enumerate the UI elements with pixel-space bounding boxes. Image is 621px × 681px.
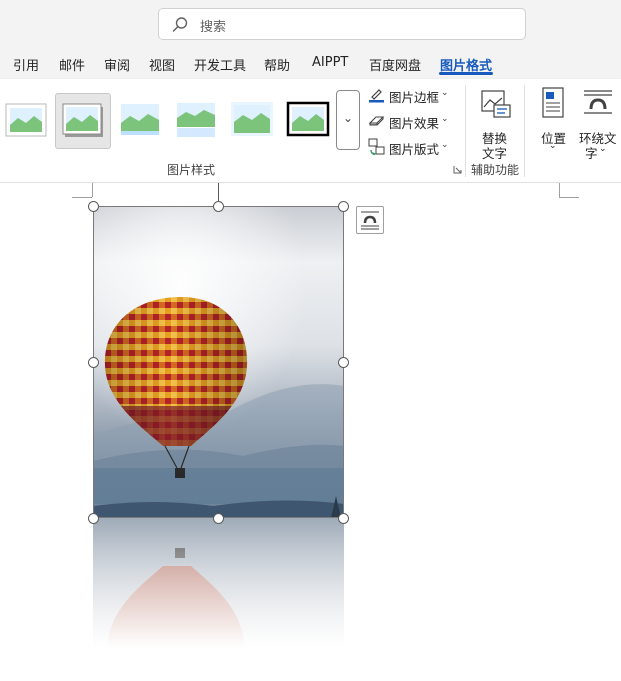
crop-mark <box>559 183 560 197</box>
ribbon-tabs: 引用 邮件 审阅 视图 开发工具 帮助 AIPPT 百度网盘 图片格式 <box>0 46 621 79</box>
search-placeholder: 搜索 <box>200 20 227 35</box>
tab-view[interactable]: 视图 <box>149 55 175 74</box>
chevron-down-icon: ⌄ <box>441 114 449 124</box>
wrap-text-button[interactable]: 环绕文 字 ⌄ <box>576 87 620 161</box>
tab-mailings[interactable]: 邮件 <box>59 55 85 74</box>
crop-mark <box>92 183 93 197</box>
dialog-launcher-icon[interactable] <box>453 165 462 174</box>
layout-options-button[interactable] <box>356 206 384 234</box>
resize-handle-top-right[interactable] <box>338 201 349 212</box>
crop-mark <box>559 197 579 198</box>
group-separator <box>465 85 466 177</box>
pen-border-icon <box>369 89 384 103</box>
resize-handle-bottom-left[interactable] <box>88 513 99 524</box>
group-separator <box>524 85 525 177</box>
gallery-more-button[interactable]: ⌄ <box>336 90 360 150</box>
style-shadow-rectangle-icon[interactable] <box>60 101 106 139</box>
ribbon-panel: ⌄ 图片边框 ⌄ 图片效果 ⌄ 图片版式 ⌄ 图片样式 替换 文字 辅助功能 位… <box>0 79 621 183</box>
chevron-down-icon: ⌄ <box>549 141 557 151</box>
balloon-photo-image <box>93 206 344 518</box>
picture-layout-icon <box>368 138 385 155</box>
chevron-down-icon: ⌄ <box>599 144 607 154</box>
tab-developer[interactable]: 开发工具 <box>194 55 246 74</box>
resize-handle-top-left[interactable] <box>88 201 99 212</box>
group-label-accessibility: 辅助功能 <box>471 163 520 177</box>
resize-handle-middle-left[interactable] <box>88 357 99 368</box>
layout-options-icon <box>361 211 379 230</box>
position-icon <box>542 87 564 118</box>
chevron-down-icon: ⌄ <box>441 140 449 150</box>
crop-mark <box>72 197 92 198</box>
position-button[interactable]: 位置 ⌄ <box>534 87 572 157</box>
tab-aippt[interactable]: AIPPT <box>312 55 348 70</box>
chevron-down-icon: ⌄ <box>343 111 354 125</box>
group-label-picture-styles: 图片样式 <box>167 163 216 177</box>
style-thick-black-frame-icon[interactable] <box>286 101 330 139</box>
style-simple-frame-icon[interactable] <box>4 101 48 139</box>
tab-help[interactable]: 帮助 <box>264 55 290 74</box>
resize-handle-bottom-center[interactable] <box>213 513 224 524</box>
word-window: 搜索 引用 邮件 审阅 视图 开发工具 帮助 AIPPT 百度网盘 图片格式 ⌄… <box>0 0 621 681</box>
title-bar: 搜索 <box>0 0 621 46</box>
alt-text-button[interactable]: 替换 文字 <box>472 87 520 161</box>
resize-handle-middle-right[interactable] <box>338 357 349 368</box>
style-soft-edge-icon[interactable] <box>118 101 162 139</box>
document-canvas[interactable] <box>0 183 621 681</box>
style-glow-icon[interactable] <box>230 101 274 139</box>
rotation-handle[interactable] <box>213 201 224 212</box>
search-box[interactable]: 搜索 <box>158 8 526 40</box>
resize-handle-bottom-right[interactable] <box>338 513 349 524</box>
tab-baidu-netdisk[interactable]: 百度网盘 <box>369 55 421 74</box>
hot-air-balloon-picture[interactable] <box>93 206 344 518</box>
style-reflected-rectangle-icon[interactable] <box>174 101 218 139</box>
search-icon <box>172 17 188 32</box>
tab-references[interactable]: 引用 <box>13 55 39 74</box>
active-tab-indicator <box>439 72 493 75</box>
picture-reflection <box>93 518 344 648</box>
tab-review[interactable]: 审阅 <box>104 55 130 74</box>
rotation-handle-stem <box>218 183 219 203</box>
effects-icon <box>368 116 385 126</box>
chevron-down-icon: ⌄ <box>441 88 449 98</box>
alt-text-icon <box>481 90 511 118</box>
wrap-text-icon <box>584 90 612 114</box>
